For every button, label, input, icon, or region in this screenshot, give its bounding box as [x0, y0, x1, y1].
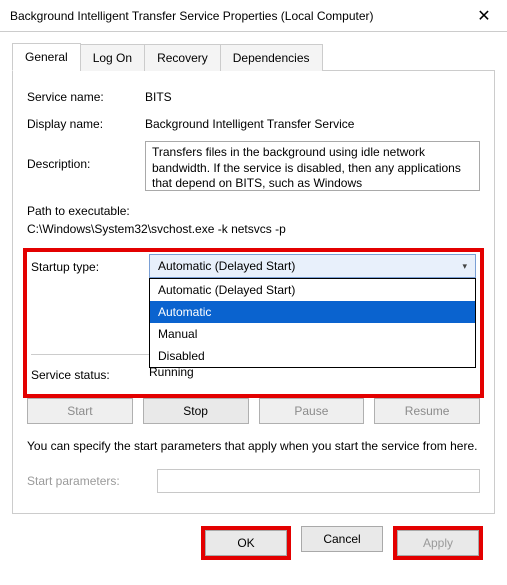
- description-row: Description:: [27, 141, 480, 194]
- start-params-hint: You can specify the start parameters tha…: [27, 438, 480, 455]
- startup-option-automatic[interactable]: Automatic: [150, 301, 475, 323]
- service-name-row: Service name: BITS: [27, 87, 480, 104]
- ok-button[interactable]: OK: [205, 530, 287, 556]
- service-control-buttons: Start Stop Pause Resume: [27, 398, 480, 424]
- display-name-label: Display name:: [27, 114, 145, 131]
- highlight-apply: Apply: [393, 526, 483, 560]
- tab-strip: General Log On Recovery Dependencies: [12, 42, 495, 71]
- close-button[interactable]: ✕: [461, 0, 507, 32]
- display-name-row: Display name: Background Intelligent Tra…: [27, 114, 480, 131]
- resume-button: Resume: [374, 398, 480, 424]
- dialog-footer: OK Cancel Apply: [12, 514, 495, 572]
- path-value: C:\Windows\System32\svchost.exe -k netsv…: [27, 222, 480, 236]
- service-name-label: Service name:: [27, 87, 145, 104]
- path-label: Path to executable:: [27, 204, 480, 218]
- description-label: Description:: [27, 141, 145, 171]
- tab-recovery[interactable]: Recovery: [144, 44, 221, 71]
- startup-option-disabled[interactable]: Disabled: [150, 345, 475, 367]
- startup-combo-list: Automatic (Delayed Start) Automatic Manu…: [149, 278, 476, 368]
- start-params-input: [157, 469, 480, 493]
- tab-general[interactable]: General: [12, 43, 81, 71]
- path-block: Path to executable: C:\Windows\System32\…: [27, 204, 480, 236]
- close-icon: ✕: [477, 6, 490, 26]
- chevron-down-icon: ▾: [462, 261, 467, 272]
- description-textarea[interactable]: [145, 141, 480, 191]
- cancel-button[interactable]: Cancel: [301, 526, 383, 552]
- start-params-label: Start parameters:: [27, 474, 157, 488]
- start-button: Start: [27, 398, 133, 424]
- startup-combo[interactable]: Automatic (Delayed Start) ▾ Automatic (D…: [149, 254, 476, 278]
- window-title: Background Intelligent Transfer Service …: [10, 9, 461, 23]
- startup-row: Startup type: Automatic (Delayed Start) …: [31, 254, 476, 278]
- titlebar: Background Intelligent Transfer Service …: [0, 0, 507, 32]
- startup-label: Startup type:: [31, 254, 149, 274]
- tab-logon[interactable]: Log On: [80, 44, 145, 71]
- pause-button: Pause: [259, 398, 365, 424]
- service-name-value: BITS: [145, 87, 480, 104]
- start-params-row: Start parameters:: [27, 469, 480, 493]
- startup-option-manual[interactable]: Manual: [150, 323, 475, 345]
- apply-button: Apply: [397, 530, 479, 556]
- highlight-ok: OK: [201, 526, 291, 560]
- startup-combo-button[interactable]: Automatic (Delayed Start) ▾: [149, 254, 476, 278]
- startup-option-delayed[interactable]: Automatic (Delayed Start): [150, 279, 475, 301]
- service-status-label: Service status:: [31, 365, 149, 382]
- dialog-body: General Log On Recovery Dependencies Ser…: [0, 32, 507, 572]
- tab-dependencies[interactable]: Dependencies: [220, 44, 323, 71]
- highlight-startup: Startup type: Automatic (Delayed Start) …: [23, 248, 484, 398]
- stop-button[interactable]: Stop: [143, 398, 249, 424]
- display-name-value: Background Intelligent Transfer Service: [145, 114, 480, 131]
- startup-combo-text: Automatic (Delayed Start): [158, 259, 295, 273]
- tab-panel-general: Service name: BITS Display name: Backgro…: [12, 71, 495, 514]
